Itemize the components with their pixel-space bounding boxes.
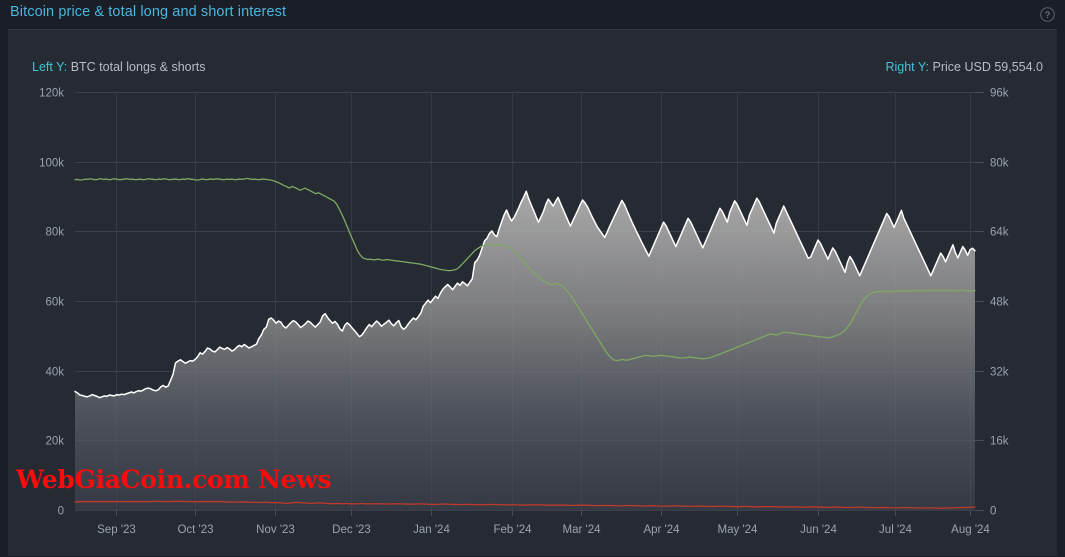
svg-text:80k: 80k [990,158,1009,170]
page-header: Bitcoin price & total long and short int… [0,0,1065,29]
svg-text:Sep '23: Sep '23 [97,524,136,536]
series-lines [75,178,975,510]
svg-text:40k: 40k [45,367,64,379]
chart-page: Bitcoin price & total long and short int… [0,0,1065,556]
svg-text:48k: 48k [990,297,1009,309]
chart-svg[interactable]: 0 20k 40k 60k 80k 100k 120k 0 16k 32k 48k 64k 80k 96k… [8,30,1057,557]
svg-text:Nov '23: Nov '23 [256,524,295,536]
svg-text:0: 0 [58,506,64,518]
svg-text:Feb '24: Feb '24 [494,524,533,536]
svg-text:May '24: May '24 [718,524,759,536]
svg-text:20k: 20k [45,436,64,448]
svg-text:Dec '23: Dec '23 [332,524,371,536]
svg-text:Oct '23: Oct '23 [177,524,213,536]
svg-text:100k: 100k [39,158,64,170]
help-circle-icon[interactable]: ? [1039,6,1056,23]
svg-text:64k: 64k [990,227,1009,239]
svg-text:0: 0 [990,506,996,518]
svg-text:Apr '24: Apr '24 [643,524,680,536]
svg-text:?: ? [1045,10,1050,20]
svg-text:32k: 32k [990,367,1009,379]
svg-text:120k: 120k [39,88,64,100]
svg-text:96k: 96k [990,88,1009,100]
svg-text:Jan '24: Jan '24 [413,524,450,536]
svg-text:16k: 16k [990,436,1009,448]
page-title: Bitcoin price & total long and short int… [10,4,286,20]
svg-text:Mar '24: Mar '24 [563,524,602,536]
svg-text:Aug '24: Aug '24 [951,524,990,536]
chart-card: Left Y: BTC total longs & shorts Right Y… [8,29,1057,556]
svg-text:80k: 80k [45,227,64,239]
svg-text:60k: 60k [45,297,64,309]
svg-text:Jul '24: Jul '24 [879,524,912,536]
plot-area[interactable]: 0 20k 40k 60k 80k 100k 120k 0 16k 32k 48k 64k 80k 96k… [8,30,1057,557]
svg-text:Jun '24: Jun '24 [800,524,837,536]
